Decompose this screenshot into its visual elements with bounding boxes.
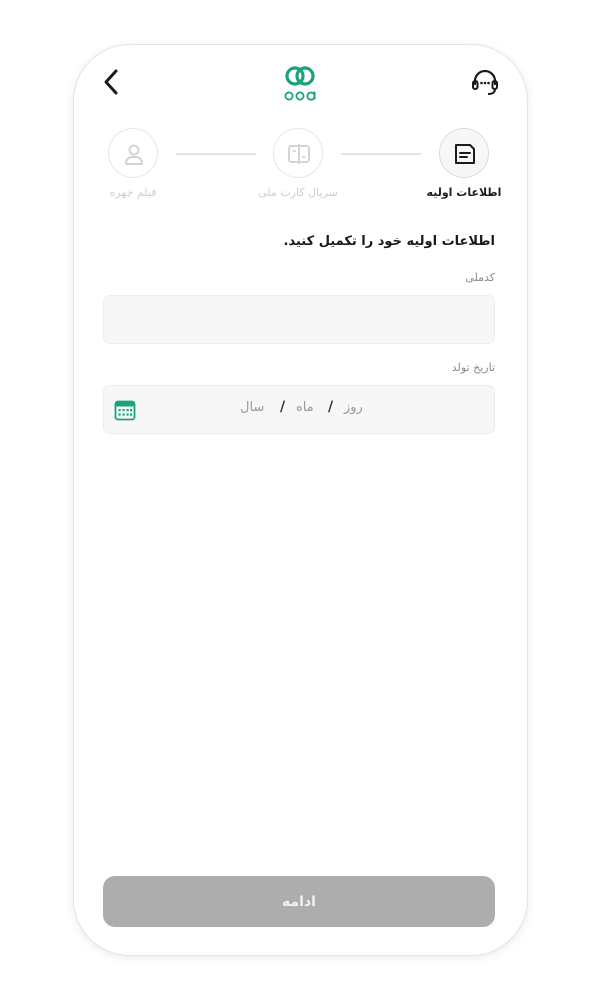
phone-frame: اطلاعات اولیه سریال کارت ملی فیلم چهره ا… <box>74 45 527 955</box>
user-icon <box>125 144 143 165</box>
form-heading: اطلاعات اولیه خود را تکمیل کنید. <box>283 234 495 249</box>
step-basic-info <box>439 128 489 178</box>
birth-date-label: تاریخ تولد <box>451 361 495 374</box>
logo-icon <box>284 66 316 101</box>
step-face-video <box>108 128 158 178</box>
month-placeholder: ماه <box>296 400 314 415</box>
national-code-field[interactable] <box>103 295 495 344</box>
year-placeholder: سال <box>240 400 265 415</box>
back-button[interactable] <box>98 65 126 99</box>
document-icon <box>455 144 475 164</box>
step-national-card-serial <box>273 128 323 178</box>
step-connector <box>176 153 256 155</box>
pod-logo <box>280 63 320 103</box>
date-separator: / <box>280 399 286 415</box>
id-card-icon <box>288 144 310 164</box>
headset-icon <box>472 69 498 95</box>
continue-button-label: ادامه <box>282 893 316 910</box>
date-separator: / <box>328 399 334 415</box>
chevron-left-icon <box>104 69 118 95</box>
step-label-face-video: فیلم چهره <box>109 186 157 199</box>
calendar-button[interactable] <box>114 399 136 421</box>
day-placeholder: روز <box>344 400 363 415</box>
national-code-label: کدملی <box>465 271 495 284</box>
step-label-national-card-serial: سریال کارت ملی <box>258 186 338 199</box>
calendar-icon <box>114 400 136 421</box>
support-button[interactable] <box>468 65 502 99</box>
continue-button[interactable]: ادامه <box>103 876 495 927</box>
step-label-basic-info: اطلاعات اولیه <box>426 186 502 199</box>
step-connector <box>341 153 421 155</box>
birth-date-field[interactable]: سال / ماه / روز <box>103 385 495 434</box>
